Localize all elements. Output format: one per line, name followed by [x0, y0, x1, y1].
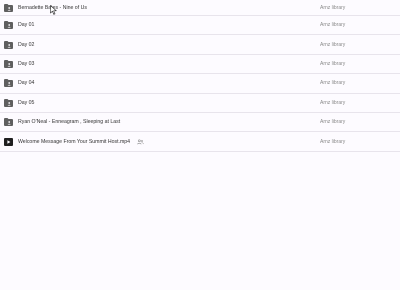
file-name[interactable]: Day 03	[18, 61, 34, 67]
video-file-icon	[4, 137, 13, 146]
shared-people-icon	[137, 139, 144, 144]
shared-folder-icon	[4, 21, 13, 30]
shared-folder-icon	[4, 79, 13, 88]
file-owner: Arnz library	[320, 138, 346, 145]
shared-folder-icon	[4, 98, 13, 107]
shared-folder-icon	[4, 3, 13, 12]
file-name[interactable]: Day 05	[18, 100, 34, 106]
file-name[interactable]: Welcome Message From Your Summit Host.mp…	[18, 139, 130, 145]
file-owner: Arnz library	[320, 22, 346, 29]
file-owner: Arnz library	[320, 41, 346, 48]
file-row[interactable]: Ryan O'Neal - Enneagram , Sleeping at La…	[0, 113, 400, 133]
file-name[interactable]: Day 02	[18, 42, 34, 48]
file-row[interactable]: Day 04 Arnz library	[0, 74, 400, 94]
file-owner: Arnz library	[320, 99, 346, 106]
mouse-cursor-icon	[50, 5, 57, 15]
shared-folder-icon	[4, 59, 13, 68]
file-name[interactable]: Ryan O'Neal - Enneagram , Sleeping at La…	[18, 119, 120, 125]
shared-folder-icon	[4, 118, 13, 127]
file-list: Bernadette Bates - Nine of Us Arnz libra…	[0, 0, 400, 152]
file-row[interactable]: Day 03 Arnz library	[0, 55, 400, 75]
file-owner: Arnz library	[320, 80, 346, 87]
file-name[interactable]: Day 04	[18, 80, 34, 86]
file-row[interactable]: Welcome Message From Your Summit Host.mp…	[0, 132, 400, 152]
file-name[interactable]: Day 01	[18, 22, 34, 28]
file-row[interactable]: Bernadette Bates - Nine of Us Arnz libra…	[0, 0, 400, 16]
file-owner: Arnz library	[320, 60, 346, 67]
shared-folder-icon	[4, 40, 13, 49]
file-row[interactable]: Day 02 Arnz library	[0, 35, 400, 55]
file-row[interactable]: Day 01 Arnz library	[0, 16, 400, 36]
file-row[interactable]: Day 05 Arnz library	[0, 94, 400, 113]
file-owner: Arnz library	[320, 119, 346, 126]
file-owner: Arnz library	[320, 4, 346, 11]
